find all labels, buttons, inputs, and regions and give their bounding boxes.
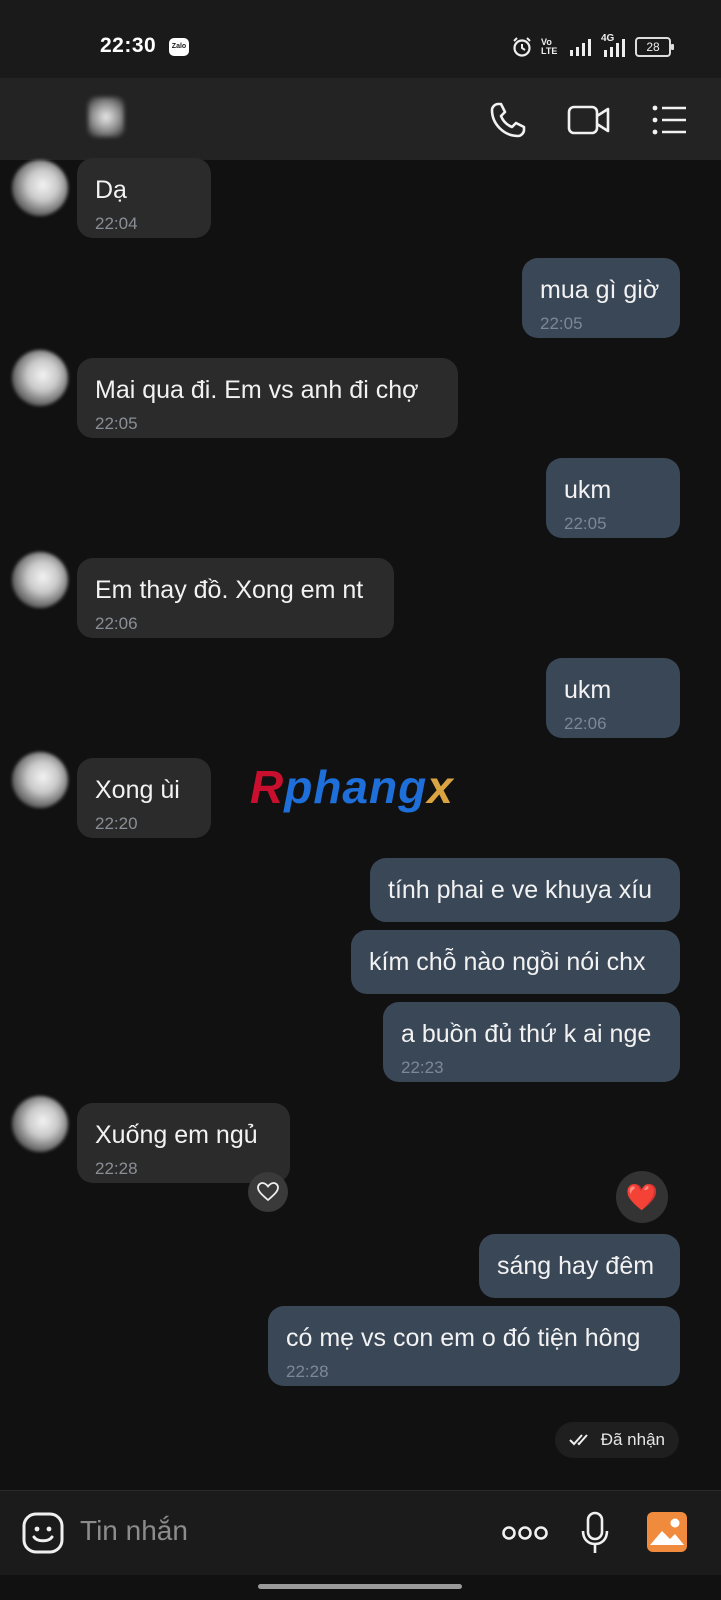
message-bubble[interactable]: Dạ 22:04 <box>77 158 211 238</box>
microphone-icon[interactable] <box>580 1511 610 1555</box>
message-text: kím chỗ nào ngồi nói chx <box>369 948 646 976</box>
peer-avatar[interactable] <box>12 1096 68 1152</box>
message-text: có mẹ vs con em o đó tiện hông <box>286 1324 641 1352</box>
watermark-part: R <box>250 761 285 813</box>
message-bubble[interactable]: tính phai e ve khuya xíu <box>370 858 680 922</box>
message-list[interactable]: Dạ 22:04 mua gì giờ 22:05 Mai qua đi. Em… <box>0 158 721 1490</box>
alarm-icon <box>513 37 531 57</box>
double-check-icon <box>569 1434 588 1446</box>
message-text: Mai qua đi. Em vs anh đi chợ <box>95 376 419 404</box>
message-bubble[interactable]: kím chỗ nào ngồi nói chx <box>351 930 680 994</box>
menu-list-icon[interactable] <box>648 98 692 142</box>
status-icons: Vo LTE 4G 28 <box>511 33 674 58</box>
peer-avatar[interactable] <box>12 552 68 608</box>
message-text: Xong ùi <box>95 776 180 804</box>
message-time: 22:05 <box>95 414 138 433</box>
message-bubble[interactable]: Xuống em ngủ 22:28 <box>77 1103 290 1183</box>
peer-avatar[interactable] <box>12 350 68 406</box>
gallery-image-icon[interactable] <box>646 1511 688 1553</box>
video-call-icon[interactable] <box>566 98 612 142</box>
message-bubble[interactable]: ukm 22:06 <box>546 658 680 738</box>
message-time: 22:06 <box>564 714 607 733</box>
delivery-status: Đã nhận <box>554 1422 679 1458</box>
message-text: tính phai e ve khuya xíu <box>388 876 653 904</box>
message-time: 22:28 <box>286 1362 329 1381</box>
message-text: Xuống em ngủ <box>95 1121 258 1149</box>
more-options-icon[interactable] <box>501 1525 549 1541</box>
message-bubble[interactable]: ukm 22:05 <box>546 458 680 538</box>
message-bubble[interactable]: a buồn đủ thứ k ai nge 22:23 <box>383 1002 680 1082</box>
message-time: 22:23 <box>401 1058 444 1077</box>
message-input[interactable]: Tin nhắn <box>80 1515 188 1547</box>
heart-icon: ❤️ <box>625 1181 659 1212</box>
volte-icon: Vo LTE <box>541 37 558 56</box>
message-text: Dạ <box>95 176 127 204</box>
message-text: mua gì giờ <box>540 276 660 304</box>
message-text: sáng hay đêm <box>497 1252 655 1280</box>
message-text: a buồn đủ thứ k ai nge <box>401 1020 652 1048</box>
heart-reaction-badge[interactable]: ❤️ <box>616 1171 668 1223</box>
message-time: 22:05 <box>540 314 583 333</box>
heart-outline-icon <box>257 1182 279 1202</box>
message-bubble[interactable]: mua gì giờ 22:05 <box>522 258 680 338</box>
battery-icon: 28 <box>635 37 674 57</box>
message-text: Em thay đồ. Xong em nt <box>95 576 364 604</box>
message-bubble[interactable]: sáng hay đêm <box>479 1234 680 1298</box>
message-time: 22:04 <box>95 214 138 233</box>
message-input-bar: Tin nhắn <box>0 1490 721 1575</box>
signal-icon <box>570 39 591 56</box>
peer-avatar[interactable] <box>12 160 68 216</box>
peer-avatar[interactable] <box>12 752 68 808</box>
message-time: 22:28 <box>95 1159 138 1178</box>
message-bubble[interactable]: Xong ùi 22:20 <box>77 758 211 838</box>
message-time: 22:20 <box>95 814 138 833</box>
react-heart-button[interactable] <box>248 1172 288 1212</box>
message-text: ukm <box>564 676 612 704</box>
status-bar: 22:30 Zalo Vo LTE 4G 28 <box>0 0 721 78</box>
message-bubble[interactable]: Mai qua đi. Em vs anh đi chợ 22:05 <box>77 358 458 438</box>
watermark-logo: Rphangx <box>250 760 454 814</box>
message-text: ukm <box>564 476 612 504</box>
message-bubble[interactable]: Em thay đồ. Xong em nt 22:06 <box>77 558 394 638</box>
4g-signal-icon: 4G <box>601 33 627 57</box>
chat-header <box>0 78 721 160</box>
message-bubble[interactable]: có mẹ vs con em o đó tiện hông 22:28 <box>268 1306 680 1386</box>
home-indicator[interactable] <box>258 1584 462 1589</box>
zalo-notification-icon: Zalo <box>169 38 189 56</box>
watermark-part: phang <box>284 761 428 813</box>
delivery-status-text: Đã nhận <box>600 1430 665 1449</box>
contact-avatar[interactable] <box>88 97 124 137</box>
sticker-emoji-icon[interactable] <box>22 1512 64 1554</box>
message-time: 22:05 <box>564 514 607 533</box>
status-time: 22:30 <box>100 34 157 57</box>
phone-call-icon[interactable] <box>486 98 530 142</box>
message-time: 22:06 <box>95 614 138 633</box>
watermark-part: x <box>427 761 454 813</box>
